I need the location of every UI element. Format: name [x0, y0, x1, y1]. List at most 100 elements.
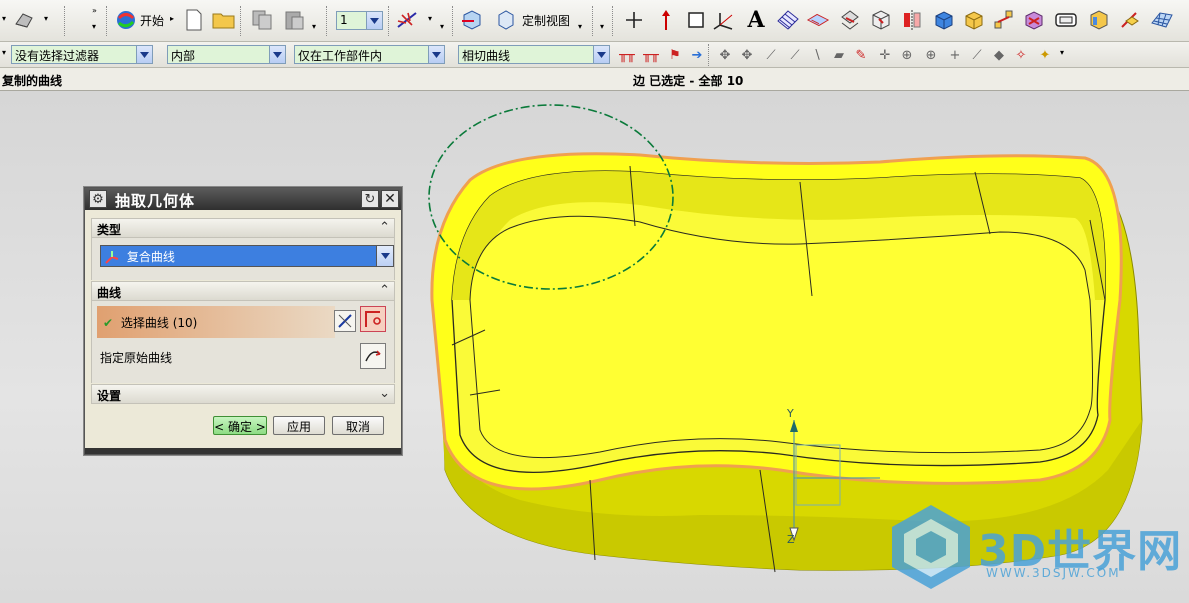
snap-center-icon[interactable]: ⊕ [898, 46, 916, 64]
chevron-down-icon[interactable] [136, 46, 152, 63]
follow-fillet-icon[interactable]: ╥╥ [642, 46, 660, 64]
open-folder-icon[interactable] [212, 8, 236, 32]
shell-icon[interactable] [932, 8, 956, 32]
curve-rule-icon[interactable] [360, 306, 386, 332]
curve-section-title: 曲线 [97, 286, 122, 300]
custom-view-dropdown[interactable]: ▾ [578, 22, 586, 31]
snap-intersect-icon[interactable]: ✎ [852, 46, 870, 64]
snap-quadrant-icon[interactable]: ⊕ [922, 46, 940, 64]
measure-icon[interactable] [1054, 8, 1078, 32]
reverse-direction-icon[interactable] [334, 310, 356, 332]
start-button[interactable]: 开始 [140, 12, 164, 29]
snap-settings-icon[interactable]: ✦ [1036, 46, 1054, 64]
paste-dropdown[interactable]: ▾ [312, 22, 320, 31]
chevron-down-icon[interactable] [593, 46, 609, 63]
chevron-down-icon[interactable] [366, 12, 382, 29]
snap-tangent-icon[interactable]: ✛ [876, 46, 894, 64]
start-dropdown[interactable]: ▸ [170, 14, 178, 23]
custom-view-button[interactable]: 定制视图 [522, 12, 570, 29]
snap-midpoint-icon[interactable]: ✥ [738, 46, 756, 64]
type-select[interactable]: 复合曲线 [100, 245, 384, 267]
extract-geometry-dialog: ⚙ 抽取几何体 ↻ ✕ 类型 ⌃ 复合曲线 曲线 ⌃ ✔ 选择曲线 (10) 指… [84, 187, 402, 455]
mesh-surface-icon[interactable] [1150, 8, 1174, 32]
extrude-icon[interactable] [806, 8, 830, 32]
paste-icon[interactable] [282, 8, 306, 32]
chevron-down-icon[interactable] [269, 46, 285, 63]
selection-scope-select[interactable]: 内部 [167, 45, 286, 64]
select-curve-label: 选择曲线 (10) [120, 316, 198, 330]
type-filter-select[interactable]: 没有选择过滤器 [11, 45, 153, 64]
ok-button[interactable]: < 确定 > [213, 416, 267, 435]
toolbar-overflow-caret[interactable]: ▾ [92, 22, 100, 31]
chevron-up-icon[interactable]: ⌃ [379, 283, 390, 298]
mirror-icon[interactable] [900, 8, 924, 32]
select-curve-row[interactable]: ✔ 选择曲线 (10) [97, 306, 335, 338]
snap-point-icon[interactable]: + [946, 46, 964, 64]
pattern-icon[interactable] [992, 8, 1016, 32]
snap-bounded-icon[interactable]: ✧ [1012, 46, 1030, 64]
new-file-icon[interactable] [182, 8, 206, 32]
settings-section-header[interactable]: 设置 ⌄ [91, 384, 395, 404]
snap-control-icon[interactable]: ⟋ [786, 46, 804, 64]
chevron-down-icon[interactable]: ⌄ [379, 386, 390, 401]
snap-endpoint-icon[interactable]: ✥ [716, 46, 734, 64]
watermark-logo-icon [892, 505, 970, 589]
surface-icon[interactable] [1118, 8, 1142, 32]
toolbar-caret[interactable]: ▾ [440, 22, 448, 31]
hatch-icon[interactable] [776, 8, 800, 32]
cancel-button[interactable]: 取消 [332, 416, 384, 435]
toolbar-caret[interactable]: ▾ [2, 14, 10, 23]
curve-section-header[interactable]: 曲线 ⌃ [91, 281, 395, 301]
point-icon[interactable] [622, 8, 646, 32]
arrow-right-icon[interactable]: ➔ [688, 46, 706, 64]
work-layer-select[interactable]: 1 [336, 11, 383, 30]
snap-view-icon[interactable] [12, 8, 36, 32]
close-icon[interactable]: ✕ [381, 190, 399, 208]
type-section-header[interactable]: 类型 ⌃ [91, 218, 395, 238]
toolbar-caret[interactable]: ▾ [2, 48, 10, 57]
curve-rule-select[interactable]: 相切曲线 [458, 45, 610, 64]
chevron-down-icon[interactable] [376, 245, 394, 267]
start-icon[interactable] [114, 8, 138, 32]
toolbar-overflow-icon[interactable]: » [92, 6, 100, 15]
snap-onface-icon[interactable]: ◆ [990, 46, 1008, 64]
boolean-icon[interactable] [1022, 8, 1046, 32]
toolbar-separator [612, 6, 614, 36]
chevron-up-icon[interactable]: ⌃ [379, 220, 390, 235]
gear-icon[interactable]: ⚙ [89, 190, 107, 208]
original-curve-icon[interactable] [360, 343, 386, 369]
snap-pole-icon[interactable]: ⟋ [968, 46, 986, 64]
block-icon[interactable] [868, 8, 892, 32]
toolbar-caret[interactable]: ▾ [600, 22, 608, 31]
snap-view-dropdown[interactable]: ▾ [44, 14, 52, 23]
csys-icon[interactable] [712, 8, 736, 32]
chevron-down-icon[interactable] [428, 46, 444, 63]
reset-icon[interactable]: ↻ [361, 190, 379, 208]
triad-z-label: Z [787, 533, 795, 546]
hollow-icon[interactable] [962, 8, 986, 32]
settings-section-title: 设置 [97, 389, 122, 403]
move-object-icon[interactable] [396, 8, 420, 32]
dialog-titlebar[interactable]: ⚙ 抽取几何体 ↻ ✕ [85, 188, 401, 210]
main-toolbar: ▾ ▾ » ▾ 开始 ▸ ▾ 1 ▾ ▾ 定制视图 ▾ ▾ A [0, 0, 1189, 42]
snap-line-icon[interactable]: ⟋ [762, 46, 780, 64]
snap-face-icon[interactable]: ▰ [830, 46, 848, 64]
orient-view-icon[interactable] [460, 8, 484, 32]
tray-floor[interactable] [469, 215, 1093, 459]
move-object-dropdown[interactable]: ▾ [428, 14, 436, 23]
snap-dropdown[interactable]: ▾ [1060, 48, 1068, 57]
toolbar-separator [64, 6, 66, 36]
apply-button[interactable]: 应用 [273, 416, 325, 435]
plane-icon[interactable] [684, 8, 708, 32]
path-select-icon[interactable]: ⚑ [666, 46, 684, 64]
text-icon[interactable]: A [744, 7, 768, 33]
custom-view-icon[interactable] [494, 8, 518, 32]
snap-curve-icon[interactable]: ∖ [808, 46, 826, 64]
stop-at-intersection-icon[interactable]: ╥╥ [618, 46, 636, 64]
assembly-scope-select[interactable]: 仅在工作部件内 [294, 45, 445, 64]
copy-icon[interactable] [250, 8, 274, 32]
revolve-icon[interactable] [838, 8, 862, 32]
face-color-icon[interactable] [1086, 8, 1110, 32]
vector-icon[interactable] [654, 8, 678, 32]
toolbar-separator [708, 44, 710, 66]
